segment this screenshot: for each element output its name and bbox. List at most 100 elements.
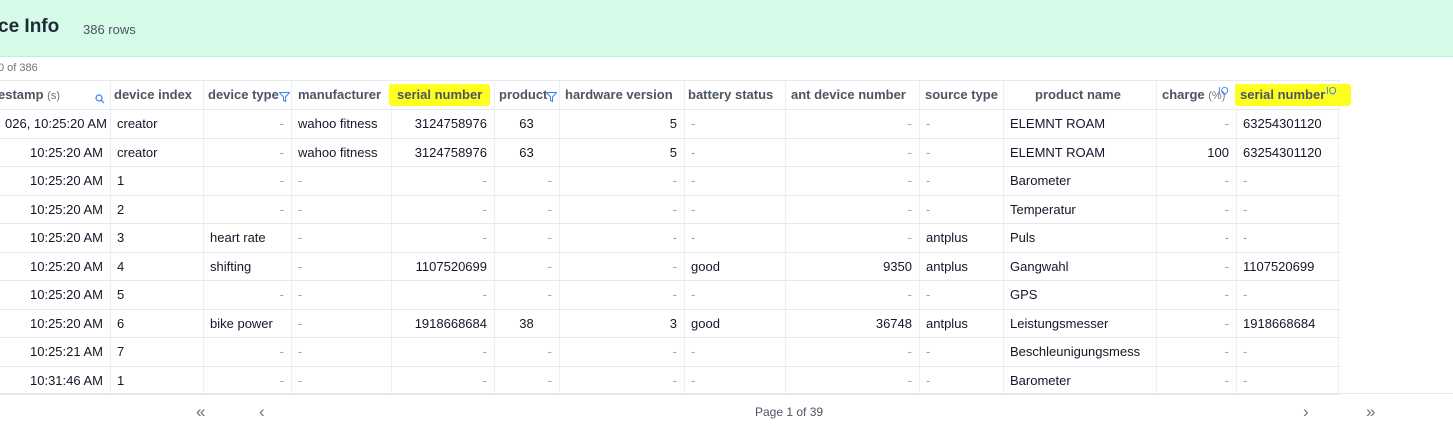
header-hardware-version[interactable]: hardware version (565, 81, 673, 109)
cell-device-index: 6 (117, 315, 125, 331)
table-row[interactable]: 026, 10:25:20 AM creator - wahoo fitness 312… (0, 110, 1340, 139)
cell-manufacturer: - (298, 344, 303, 359)
cell-product: - (547, 201, 552, 217)
cell-hardware-version: - (672, 287, 677, 302)
header-timestamp[interactable]: estamp (s) (0, 81, 60, 109)
cell-device-index: 2 (117, 201, 125, 217)
cell-ant-device-number: - (907, 116, 912, 131)
cell-timestamp: 10:25:20 AM (30, 144, 103, 160)
cell-serial-number: 3124758976 (414, 116, 487, 131)
cell-hardware-version: 5 (669, 116, 677, 131)
cell-serial-number: - (482, 372, 487, 388)
cell-timestamp: 10:25:21 AM (30, 344, 103, 359)
cell-product: 38 (519, 315, 534, 331)
cell-ant-device-number: 9350 (883, 258, 912, 274)
cell-product-name: Puls (1010, 230, 1036, 245)
svg-text:IQ: IQ (1218, 86, 1229, 95)
next-page-button[interactable]: › (1303, 402, 1309, 422)
cell-source-type: - (926, 344, 931, 359)
cell-product: - (547, 344, 552, 359)
row-count: 386 rows (83, 22, 136, 37)
cell-device-type: - (279, 144, 284, 160)
table-row[interactable]: 10:25:20 AM 6 bike power -1918668684 38 3 good… (0, 310, 1340, 338)
cell-charge: - (1224, 201, 1229, 217)
cell-hardware-version: - (672, 230, 677, 245)
cell-manufacturer: - (298, 173, 303, 188)
cell-ant-device-number: - (907, 230, 912, 245)
filter-icon[interactable] (279, 92, 290, 102)
svg-text:IQ: IQ (1326, 86, 1337, 95)
cell-ant-device-number: - (907, 173, 912, 188)
table-row[interactable]: 10:25:20 AM 2- - - - - - - - Temperatur - - (0, 196, 1340, 224)
cell-source-type: - (926, 287, 931, 302)
column-divider (494, 80, 495, 393)
column-divider (391, 80, 392, 393)
cell-charge: - (1224, 230, 1229, 245)
header-product[interactable]: product (499, 81, 547, 109)
column-divider (1003, 80, 1004, 393)
sort-icon[interactable]: IQ (1326, 85, 1340, 95)
cell-charge: 100 (1207, 144, 1229, 160)
cell-hardware-version: - (672, 344, 677, 359)
header-product-name[interactable]: product name (1035, 81, 1121, 109)
cell-serial-number: - (482, 344, 487, 359)
cell-device-index: 7 (117, 344, 125, 359)
cell-hardware-version: 3 (669, 315, 677, 331)
cell-ant-device-number: - (907, 287, 912, 302)
pagination-bar: « ‹ Page 1 of 39 › » (0, 393, 1453, 428)
cell-serial-number: 1918668684 (414, 315, 487, 331)
cell-device-index: creator (117, 144, 158, 160)
cell-timestamp: 10:25:20 AM (30, 258, 103, 274)
cell-product-name: ELEMNT ROAM (1010, 116, 1106, 131)
cell-product: - (547, 258, 552, 274)
header-ant-device-number[interactable]: ant device number (791, 81, 906, 109)
cell-device-type: - (279, 201, 284, 217)
filter-icon[interactable] (546, 92, 557, 102)
cell-product-name: GPS (1010, 287, 1038, 302)
cell-source-type: antplus (926, 230, 968, 245)
header-charge[interactable]: charge (%) (1162, 81, 1225, 109)
cell-manufacturer: - (298, 372, 303, 388)
column-divider (919, 80, 920, 393)
prev-page-button[interactable]: ‹ (259, 402, 265, 422)
first-page-button[interactable]: « (196, 402, 205, 422)
cell-charge: - (1224, 173, 1229, 188)
table-row[interactable]: 10:25:20 AM 3 heart rate - - - - - - antplus Puls -… (0, 224, 1340, 253)
cell-product-name: Gangwahl (1010, 258, 1069, 274)
column-divider (559, 80, 560, 393)
header-manufacturer[interactable]: manufacturer (298, 81, 381, 109)
header-battery-status[interactable]: battery status (688, 81, 773, 109)
cell-device-type: heart rate (210, 230, 266, 245)
table-row[interactable]: 10:25:21 AM 7- - - - - - - - Beschleunigungsmess -… (0, 338, 1340, 367)
cell-serial-number: - (482, 201, 487, 217)
last-page-button[interactable]: » (1366, 402, 1375, 422)
cell-battery-status: - (691, 372, 696, 388)
cell-ant-device-number: - (907, 144, 912, 160)
header-device-index[interactable]: device index (114, 81, 192, 109)
table-header-row: estamp (s) device index device type manu… (0, 80, 1351, 110)
table-row[interactable]: 10:25:20 AM 4 shifting -1107520699- - good 935… (0, 253, 1340, 281)
header-device-type[interactable]: device type (208, 81, 279, 109)
search-icon[interactable] (95, 94, 105, 104)
cell-ant-device-number: - (907, 201, 912, 217)
column-divider (785, 80, 786, 393)
table-row[interactable]: 10:25:20 AM 1- - - - - - - - Barometer - - (0, 167, 1340, 196)
cell-source-type: - (926, 173, 931, 188)
cell-serial-number-2: - (1243, 344, 1248, 359)
panel-header: ce Info 386 rows (0, 0, 1453, 57)
cell-hardware-version: - (672, 372, 677, 388)
column-divider (684, 80, 685, 393)
table-row[interactable]: 10:25:20 AM creator - wahoo fitness 31247589… (0, 139, 1340, 167)
column-divider (1236, 80, 1237, 393)
header-source-type[interactable]: source type (925, 81, 998, 109)
cell-charge: - (1224, 344, 1229, 359)
cell-source-type: antplus (926, 258, 968, 274)
table-row[interactable]: 10:25:20 AM 5- - - - - - - - GPS - - (0, 281, 1340, 310)
sort-icon[interactable]: IQ (1218, 85, 1232, 95)
cell-device-type: bike power (210, 315, 273, 331)
cell-serial-number-2: 1918668684 (1243, 315, 1316, 331)
cell-serial-number-2: - (1243, 287, 1248, 302)
table-row[interactable]: 10:31:46 AM 1- - - - - - - - Barometer - - (0, 367, 1340, 395)
cell-timestamp: 10:25:20 AM (30, 230, 103, 245)
cell-battery-status: - (691, 287, 696, 302)
